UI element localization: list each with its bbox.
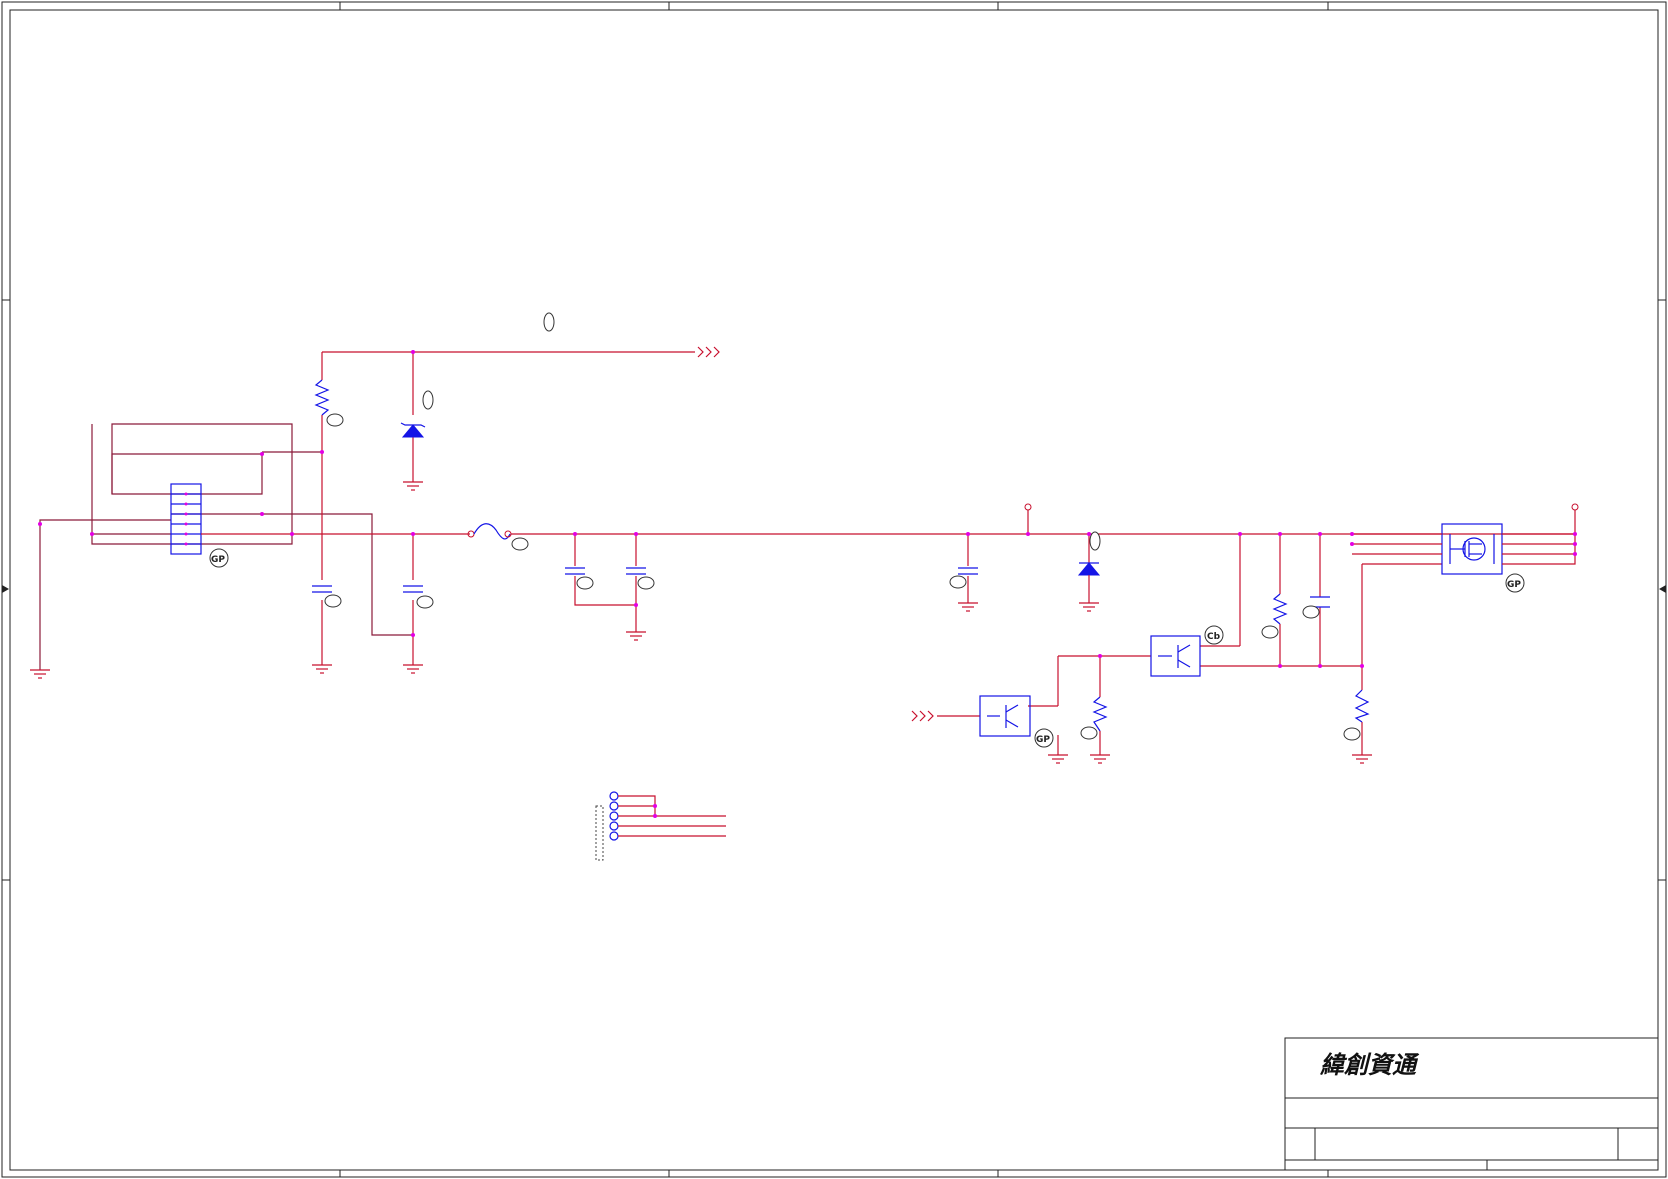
capacitor-c5 <box>949 534 978 603</box>
capacitor-c1 <box>312 585 342 608</box>
frame-center-marker-left <box>2 585 9 593</box>
resistor-right-3 <box>1343 689 1370 741</box>
fuse <box>467 523 529 551</box>
zener-diode-right <box>1077 531 1101 603</box>
optocoupler-right: Cb <box>1150 625 1224 677</box>
ground-symbol-icon <box>30 481 1372 764</box>
svg-text:GP: GP <box>211 555 225 565</box>
connector-j1: GP <box>170 483 229 568</box>
resistor-right-2 <box>1080 696 1108 740</box>
test-point-2 <box>1571 503 1579 534</box>
frame-center-marker-right <box>1659 585 1666 593</box>
resistor-badge <box>326 413 344 427</box>
title-block: 緯創資通 <box>1284 1037 1659 1171</box>
svg-text:GP: GP <box>1507 580 1521 590</box>
offpage-arrow-bottom <box>911 710 934 722</box>
drawing-frame <box>1 1 1667 1178</box>
connector-net-loops <box>39 423 413 670</box>
capacitor-c3 <box>565 534 636 606</box>
optocoupler-left: GP <box>979 695 1054 748</box>
offpage-arrow-top <box>543 312 720 358</box>
svg-text:GP: GP <box>1036 735 1050 745</box>
resistor-pullup-left <box>314 379 344 427</box>
capacitor-c2 <box>403 585 434 609</box>
optocoupler-left-badge: GP <box>1034 728 1054 748</box>
schematic-sheet: 緯創資通 GP Cb GP GP <box>1 1 1667 1178</box>
connector-badge: GP <box>209 548 229 568</box>
capacitor-c4 <box>626 534 655 632</box>
optocoupler-right-badge: Cb <box>1204 625 1224 645</box>
zener-diode-left <box>400 390 434 438</box>
mosfet-badge: GP <box>1505 573 1525 593</box>
capacitor-c6 <box>1302 596 1330 619</box>
svg-text:Cb: Cb <box>1207 632 1221 642</box>
right-section-wiring <box>937 534 1442 755</box>
company-name: 緯創資通 <box>1319 1050 1420 1079</box>
resistor-right-1 <box>1261 593 1288 639</box>
junction-dots <box>38 350 1577 818</box>
main-rail-left <box>201 351 695 665</box>
mounting-holes <box>595 791 726 861</box>
test-point-1 <box>1024 503 1032 534</box>
